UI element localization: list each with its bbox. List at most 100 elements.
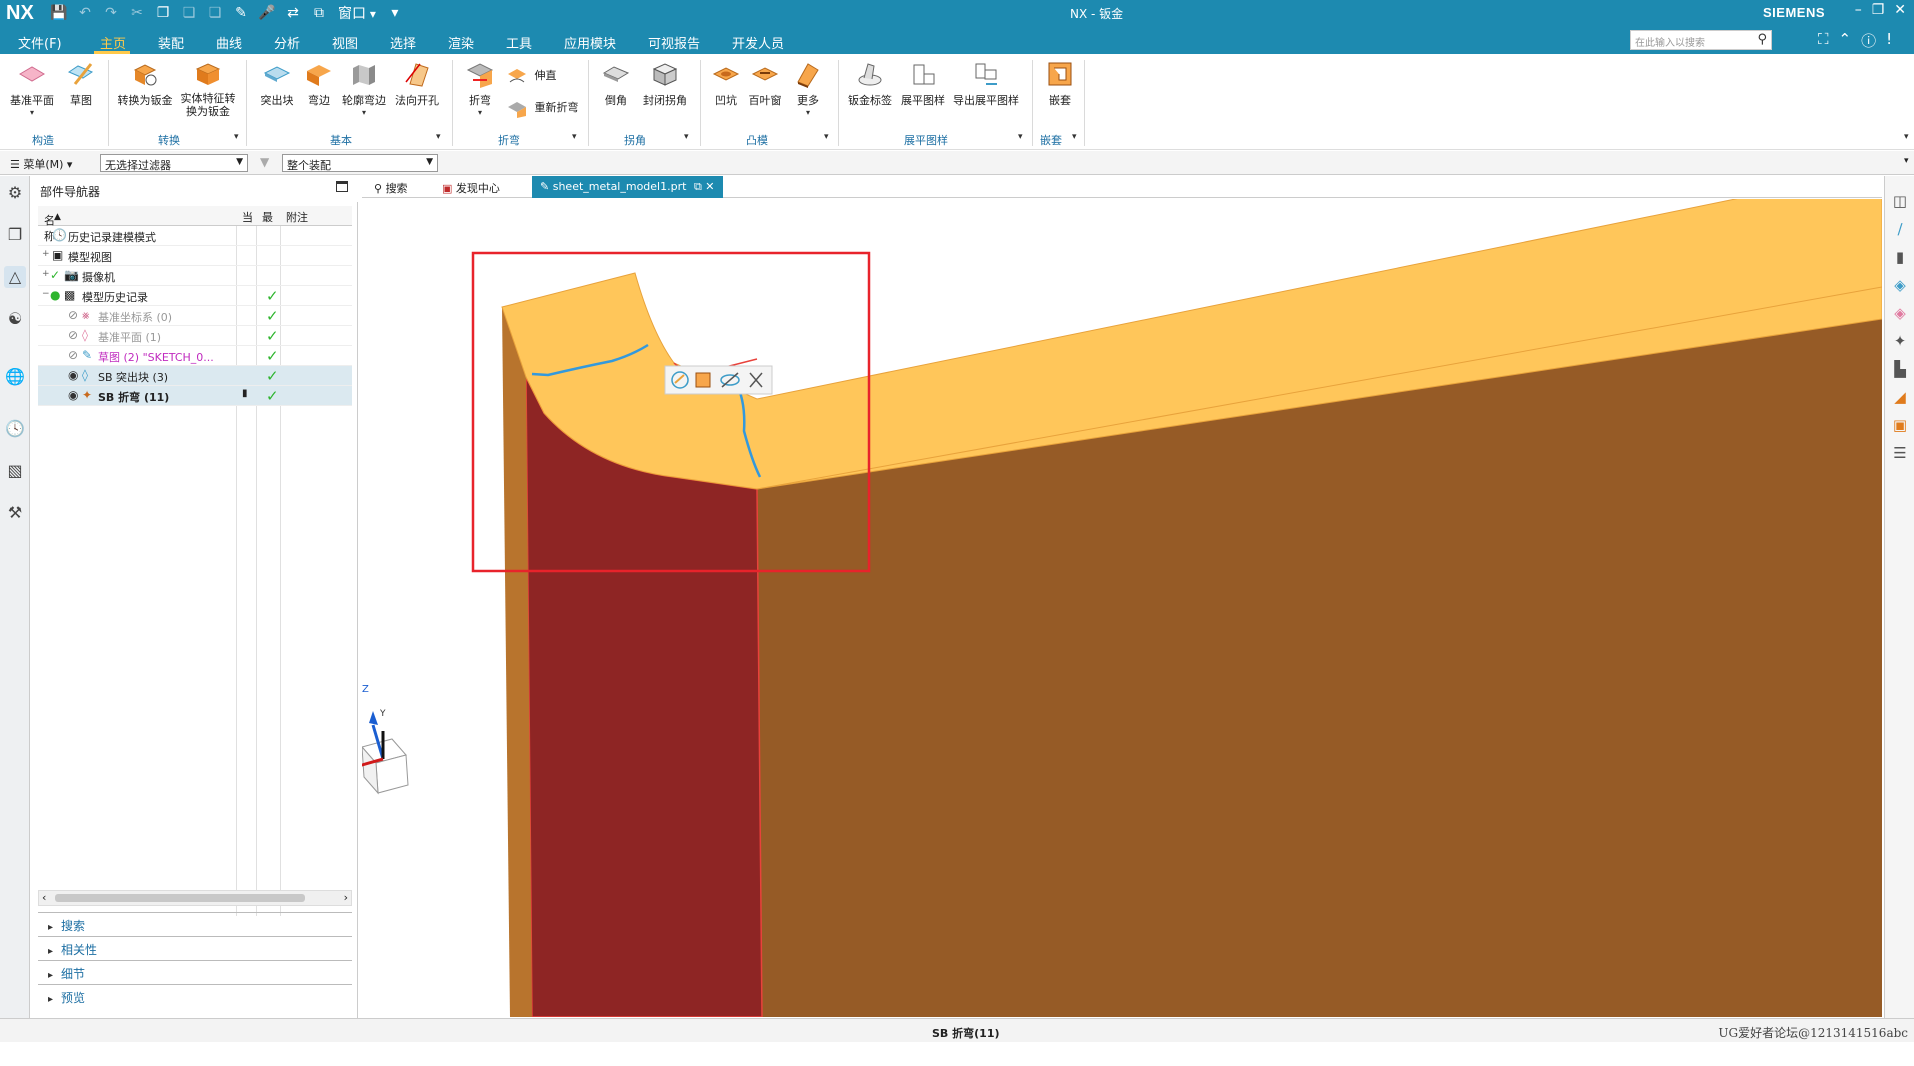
copy-icon[interactable]: ❐ (152, 5, 174, 21)
alert-icon[interactable]: ! (1886, 30, 1892, 51)
column-comment[interactable]: 附注 (286, 209, 308, 225)
flange-icon[interactable]: ◢ (1889, 386, 1911, 408)
group-dropdown-icon[interactable]: ▾ (1018, 132, 1023, 142)
paste-special-icon[interactable]: ❏ (204, 5, 226, 21)
menu-render[interactable]: 渲染 (448, 33, 474, 52)
edit-parameters-icon[interactable] (695, 372, 711, 388)
export-flat-pattern-button[interactable]: 导出展平图样 (950, 60, 1022, 108)
menu-curve[interactable]: 曲线 (216, 33, 242, 52)
ribbon-options-icon[interactable]: ▾ (1904, 132, 1909, 142)
tab-feature-icon[interactable]: ▮ (1889, 246, 1911, 268)
collapse-icon[interactable]: − (42, 289, 50, 299)
plane-icon[interactable]: ◈ (1889, 274, 1911, 296)
menu-applications[interactable]: 应用模块 (564, 33, 616, 52)
flat-pattern-button[interactable]: 展平图样 (898, 60, 948, 108)
group-dropdown-icon[interactable]: ▾ (572, 132, 577, 142)
group-dropdown-icon[interactable]: ▾ (234, 132, 239, 142)
hidden-eye-icon[interactable]: ⊘ (68, 328, 78, 342)
close-tab-icon[interactable]: ✕ (705, 180, 714, 193)
switch-window-icon[interactable]: ⧉ (308, 5, 330, 21)
column-latest[interactable]: 最 (262, 209, 273, 225)
part-navigator-icon[interactable]: △ (4, 266, 26, 288)
menu-developer[interactable]: 开发人员 (732, 33, 784, 52)
menu-select[interactable]: 选择 (390, 33, 416, 52)
tree-row-tab-feature[interactable]: ◉ ◊ SB 突出块 (3) ✓ (38, 366, 352, 386)
undock-icon[interactable]: ⧉ (694, 180, 702, 193)
flange-button[interactable]: 弯边 (302, 60, 336, 108)
scroll-left-icon[interactable]: ‹ (42, 891, 46, 904)
scroll-right-icon[interactable]: › (344, 891, 348, 904)
reuse-library-icon[interactable]: ☯ (4, 308, 26, 330)
type-filter-select[interactable]: 无选择过滤器 ▼ (100, 154, 248, 172)
sketch-button[interactable]: 草图 (62, 60, 100, 108)
convert-to-sheet-button[interactable]: 转换为钣金 (116, 60, 174, 108)
hidden-eye-icon[interactable]: ⊘ (68, 348, 78, 362)
expand-icon[interactable]: + (42, 269, 50, 279)
flat-pattern-icon[interactable]: ▙ (1889, 358, 1911, 380)
cut-icon[interactable]: ✂ (126, 5, 148, 21)
group-dropdown-icon[interactable]: ▾ (1072, 132, 1077, 142)
toolbar-options-icon[interactable]: ▾ (1904, 156, 1909, 166)
undo-icon[interactable]: ↶ (74, 5, 96, 21)
datum-plane-button[interactable]: 基准平面 ▾ (6, 60, 58, 117)
graphics-window[interactable]: Z Y X (362, 199, 1882, 1017)
column-name[interactable]: 名称 ▲ (44, 209, 61, 243)
maximize-icon[interactable] (336, 181, 348, 192)
tree-row-bend[interactable]: ◉ ✦ SB 折弯 (11) ▮ ✓ (38, 386, 352, 406)
group-dropdown-icon[interactable]: ▾ (684, 132, 689, 142)
close-icon[interactable]: ✕ (1894, 2, 1906, 18)
tab-model-file[interactable]: ✎ sheet_metal_model1.prt ⧉ ✕ (532, 176, 723, 198)
menu-home[interactable]: 主页 (100, 33, 126, 52)
tree-row-model-views[interactable]: + ▣ 模型视图 (38, 246, 352, 266)
visible-eye-icon[interactable]: ◉ (68, 388, 78, 402)
tree-row-datum-csys[interactable]: ⊘ ⨳ 基准坐标系 (0) ✓ (38, 306, 352, 326)
tree-row-sketch[interactable]: ⊘ ✎ 草图 (2) "SKETCH_0... ✓ (38, 346, 352, 366)
column-current[interactable]: 当 (242, 209, 253, 225)
group-dropdown-icon[interactable]: ▾ (824, 132, 829, 142)
save-icon[interactable]: 💾 (48, 5, 70, 21)
collapse-ribbon-icon[interactable]: ⌃ (1839, 30, 1852, 51)
datum-plane-icon[interactable]: ◈ (1889, 302, 1911, 324)
sheet-tab-label-button[interactable]: 钣金标签 (846, 60, 894, 108)
layer-icon[interactable]: ☰ (1889, 442, 1911, 464)
panel-details[interactable]: 细节 (38, 960, 352, 984)
panel-preview[interactable]: 预览 (38, 984, 352, 1008)
tree-row-model-history[interactable]: − ● ▩ 模型历史记录 ✓ (38, 286, 352, 306)
panel-search[interactable]: 搜索 (38, 912, 352, 936)
panel-dependencies[interactable]: 相关性 (38, 936, 352, 960)
sheet-metal-tag-icon[interactable]: ◫ (1889, 190, 1911, 212)
search-icon[interactable]: ⚲ (1757, 32, 1767, 47)
horizontal-scrollbar[interactable]: ‹ › (38, 890, 352, 906)
microphone-icon[interactable]: 🎤 (256, 5, 278, 21)
redo-icon[interactable]: ↷ (100, 5, 122, 21)
closed-corner-button[interactable]: 封闭拐角 (640, 60, 690, 108)
repeat-command-icon[interactable]: ⇄ (282, 5, 304, 21)
visual-report-icon[interactable]: ▧ (4, 460, 26, 482)
menu-analysis[interactable]: 分析 (274, 33, 300, 52)
dimple-button[interactable]: 凹坑 (708, 60, 744, 108)
tab-discovery-center[interactable]: ▣ 发现中心 (434, 176, 508, 198)
tab-search[interactable]: ⚲ 搜索 (366, 176, 416, 198)
group-dropdown-icon[interactable]: ▾ (436, 132, 441, 142)
fullscreen-icon[interactable]: ⛶ (1818, 30, 1829, 51)
touch-mode-icon[interactable]: ✎ (230, 5, 252, 21)
expand-icon[interactable]: + (42, 249, 50, 259)
web-browser-icon[interactable]: 🌐 (4, 366, 26, 388)
tree-row-cameras[interactable]: + ✓ 📷 摄像机 (38, 266, 352, 286)
paste-icon[interactable]: ❏ (178, 5, 200, 21)
menu-file[interactable]: 文件(F) (18, 33, 62, 52)
help-icon[interactable]: ⓘ (1861, 30, 1876, 51)
menu-view[interactable]: 视图 (332, 33, 358, 52)
menu-assembly[interactable]: 装配 (158, 33, 184, 52)
process-studio-icon[interactable]: ⚒ (4, 502, 26, 524)
contour-flange-button[interactable]: 轮廓弯边 ▾ (340, 60, 388, 117)
solid-feature-to-sheet-button[interactable]: 实体特征转换为钣金 (178, 60, 238, 118)
line-icon[interactable]: ∕ (1889, 218, 1911, 240)
bend-button[interactable]: 折弯 ▾ (460, 60, 500, 117)
unbend-button[interactable]: 伸直 (506, 66, 557, 86)
filter-icon[interactable]: ▼ (260, 155, 269, 169)
tree-row-datum-plane[interactable]: ⊘ ◊ 基准平面 (1) ✓ (38, 326, 352, 346)
settings-icon[interactable]: ⚙ (4, 182, 26, 204)
restore-icon[interactable]: ❐ (1872, 2, 1885, 18)
checkmark-icon[interactable]: ✓ (50, 268, 60, 282)
